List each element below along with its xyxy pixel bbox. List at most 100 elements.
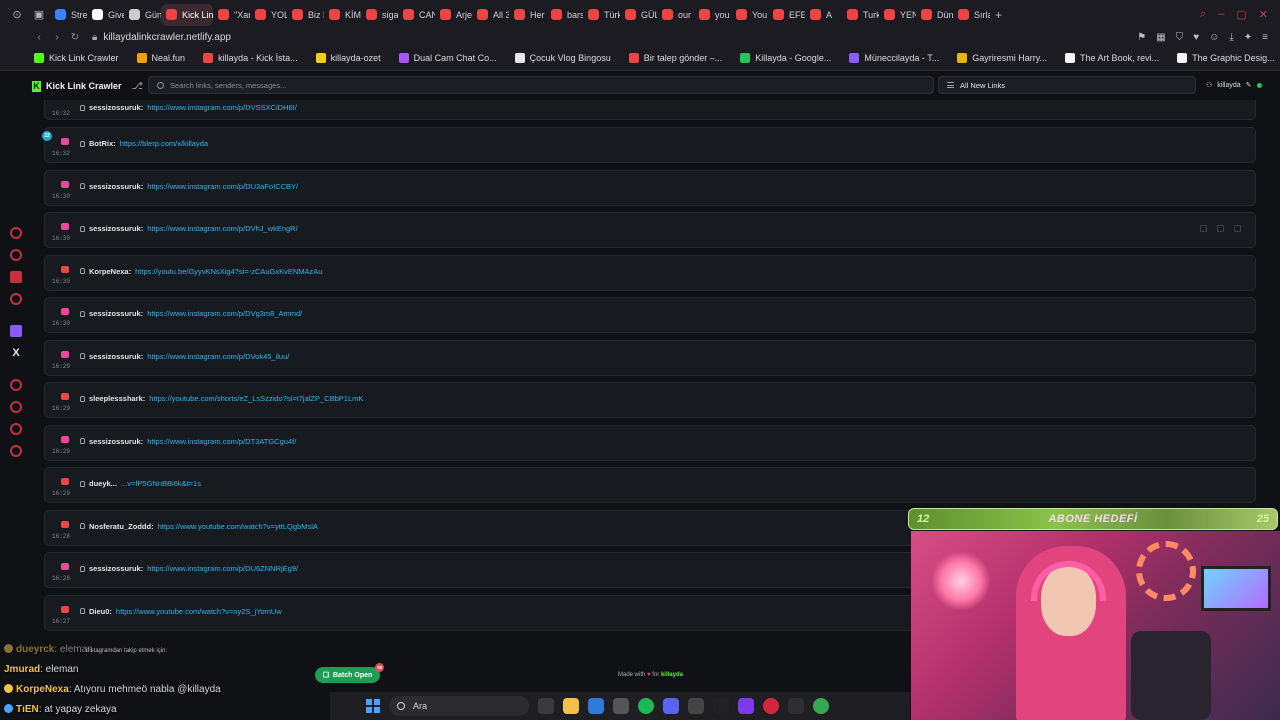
file-explorer-icon[interactable] xyxy=(563,698,579,714)
sidebar-player-icon[interactable] xyxy=(10,379,22,391)
link-url[interactable]: https://www.instagram.com/p/DVok45_iluu/ xyxy=(147,352,289,361)
delete-link-icon[interactable] xyxy=(1234,225,1241,232)
browser-tab[interactable]: YOL xyxy=(250,4,287,26)
start-icon[interactable] xyxy=(366,699,380,713)
browser-tab[interactable]: EFE xyxy=(768,4,805,26)
shield-icon[interactable]: ⛉ xyxy=(1176,32,1184,43)
sidebar-messenger-icon[interactable] xyxy=(10,293,22,305)
forward-icon[interactable]: › xyxy=(48,32,66,43)
browser-tab[interactable]: Kick Link xyxy=(161,3,213,26)
sidebar-history-icon[interactable] xyxy=(10,401,22,413)
outlook-icon[interactable] xyxy=(588,698,604,714)
browser-tab[interactable]: A xyxy=(805,4,842,26)
link-row[interactable]: 16:30 sessizossuruk: https://www.instagram… xyxy=(44,169,1256,206)
snapshot-icon[interactable]: ▦ xyxy=(1156,32,1165,43)
link-row[interactable]: 16:32 BotRix: https://blerp.com/x/killayda xyxy=(44,127,1256,163)
download-icon[interactable]: ⤓ xyxy=(1229,32,1233,43)
link-url[interactable]: https://www.youtube.com/watch?v=ny2S_jYo… xyxy=(116,607,282,616)
copy-link-icon[interactable] xyxy=(1217,225,1224,232)
maximize-icon[interactable]: ▢ xyxy=(1236,8,1246,21)
heart-icon[interactable]: ♥ xyxy=(1193,32,1199,43)
bookmark-icon[interactable]: ⚑ xyxy=(1137,32,1146,43)
obs-icon[interactable] xyxy=(688,698,704,714)
sidebar-vpn-icon[interactable] xyxy=(10,249,22,261)
search-input[interactable] xyxy=(170,80,870,90)
browser-tab[interactable]: KİM xyxy=(324,4,361,26)
link-url[interactable]: https://www.instagram.com/p/DVhJ_wkEngR/ xyxy=(147,224,297,233)
terminal-icon[interactable] xyxy=(788,698,804,714)
close-icon[interactable]: ✕ xyxy=(1259,8,1268,21)
browser-tab[interactable]: All 3 xyxy=(472,4,509,26)
browser-tab[interactable]: CAN xyxy=(398,4,435,26)
browser-tab[interactable]: "Xar xyxy=(213,4,250,26)
browser-tab[interactable]: Sırla xyxy=(953,4,990,26)
url-field[interactable]: 🔒︎ killaydalinkcrawler.netlify.app xyxy=(92,32,231,43)
link-url[interactable]: https://youtu.be/GyyvKNsXig4?si=-zCAuGxK… xyxy=(135,267,322,276)
browser-tab[interactable]: Biz E xyxy=(287,4,324,26)
browser-tab[interactable]: siga xyxy=(361,4,398,26)
ai-icon[interactable]: ✦ xyxy=(1244,32,1252,43)
app-icon[interactable] xyxy=(713,698,729,714)
sidebar-twitch-icon[interactable] xyxy=(10,325,22,337)
link-url[interactable]: https://www.instagram.com/p/DVSSXCiDH6I/ xyxy=(147,103,297,112)
bookmark-item[interactable]: Çocuk Vlog Bingosu xyxy=(514,53,611,63)
chrome-icon[interactable] xyxy=(813,698,829,714)
link-row[interactable]: 16:30 sessizossuruk: https://www.instagram… xyxy=(44,297,1256,333)
bookmark-item[interactable]: Neal.fun xyxy=(136,53,185,63)
sidebar-opera-icon[interactable] xyxy=(10,227,22,239)
browser-tab[interactable]: Turk xyxy=(842,4,879,26)
bookmark-item[interactable]: killayda - Kick İsta... xyxy=(203,53,298,63)
tab-overview-icon[interactable]: ▣ xyxy=(28,4,50,26)
link-url[interactable]: https://www.instagram.com/p/DVg3m8_Ammd/ xyxy=(147,309,302,318)
link-row[interactable]: 16:32 sessizossuruk: https://www.instagram… xyxy=(44,100,1256,120)
taskview-icon[interactable] xyxy=(538,698,554,714)
sidebar-settings-icon[interactable] xyxy=(10,445,22,457)
bookmark-item[interactable]: The Graphic Desig... xyxy=(1177,53,1275,63)
sidebar-x-icon[interactable]: X xyxy=(10,347,22,359)
made-with-user[interactable]: killayda xyxy=(661,672,683,678)
link-url[interactable]: https://www.instagram.com/p/DU6ZNNRjEg9/ xyxy=(147,564,298,573)
gift-icon[interactable]: ⎇ xyxy=(132,81,144,92)
browser-tab[interactable]: you xyxy=(694,4,731,26)
bookmark-item[interactable]: Killayda - Google... xyxy=(740,53,831,63)
bookmark-item[interactable]: Kick Link Crawler xyxy=(34,53,119,63)
browser-tab[interactable]: Gün xyxy=(124,4,161,26)
link-url[interactable]: https://blerp.com/x/killayda xyxy=(120,139,208,148)
open-link-icon[interactable] xyxy=(1200,225,1207,232)
browser-tab[interactable]: Dün xyxy=(916,4,953,26)
opera-gx-icon[interactable] xyxy=(763,698,779,714)
browser-menu-icon[interactable]: ⊙ xyxy=(6,4,28,26)
browser-tab[interactable]: You xyxy=(731,4,768,26)
sidebar-instagram-icon[interactable] xyxy=(10,271,22,283)
bookmark-item[interactable]: killayda-ozet xyxy=(315,53,381,63)
minimize-icon[interactable]: – xyxy=(1218,8,1224,21)
settings-app-icon[interactable] xyxy=(613,698,629,714)
browser-tab[interactable]: Stre xyxy=(50,4,87,26)
link-row[interactable]: 16:29 dueyk... ...v=fP5GNnBBi6k&t=1s xyxy=(44,467,1256,503)
profile-icon[interactable]: ☺ xyxy=(1209,32,1219,43)
discord-icon[interactable] xyxy=(663,698,679,714)
search-tabs-icon[interactable]: ⌕ xyxy=(1200,8,1206,21)
link-row[interactable]: 16:30 sessizossuruk: https://www.instagram… xyxy=(44,212,1256,248)
bookmark-item[interactable]: The Art Book, revi... xyxy=(1065,53,1159,63)
edit-icon[interactable]: ✎ xyxy=(1246,81,1252,89)
link-url[interactable]: https://www.instagram.com/p/DT3ATGCgu4f/ xyxy=(147,437,296,446)
new-tab-button[interactable]: + xyxy=(990,4,1007,26)
reload-icon[interactable]: ↻ xyxy=(66,32,84,43)
back-icon[interactable]: ‹ xyxy=(30,32,48,43)
link-row[interactable]: 16:29 sleeplessshark: https://youtube.com/… xyxy=(44,382,1256,418)
filter-select[interactable]: All New Links xyxy=(938,76,1196,94)
bookmark-item[interactable]: Dual Cam Chat Co... xyxy=(398,53,497,63)
browser-tab[interactable]: YEN xyxy=(879,4,916,26)
link-url[interactable]: https://youtube.com/shorts/eZ_LsSzzido?s… xyxy=(149,394,363,403)
browser-tab[interactable]: our xyxy=(657,4,694,26)
bookmark-item[interactable]: Gayriresmi Harry... xyxy=(957,53,1047,63)
bookmark-item[interactable]: Müneccilayda - T... xyxy=(849,53,939,63)
link-row[interactable]: 16:29 sessizossuruk: https://www.instagram… xyxy=(44,424,1256,461)
grid-app-icon[interactable] xyxy=(738,698,754,714)
browser-tab[interactable]: Her xyxy=(509,4,546,26)
link-row[interactable]: 16:30 KorpeNexa: https://youtu.be/GyyvKNsX… xyxy=(44,254,1256,291)
browser-tab[interactable]: GÜL xyxy=(620,4,657,26)
link-row[interactable]: 16:29 sessizossuruk: https://www.instagram… xyxy=(44,339,1256,376)
browser-tab[interactable]: bars xyxy=(546,4,583,26)
